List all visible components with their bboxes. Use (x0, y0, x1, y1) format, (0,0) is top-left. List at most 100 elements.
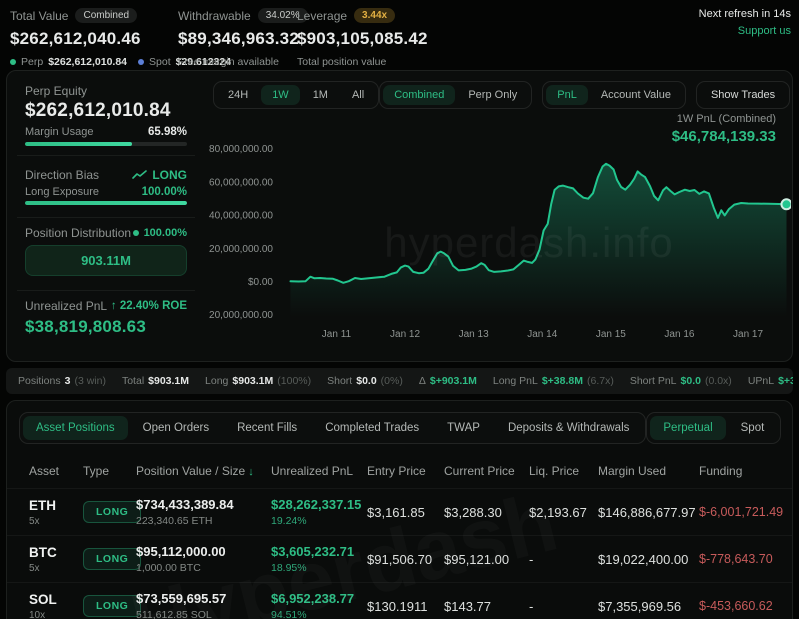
divider (17, 217, 195, 218)
chart-title: 1W PnL (Combined) (672, 113, 776, 125)
margin-usage-pct: 65.98% (148, 126, 187, 138)
summary-item: Long$903.1M(100%) (205, 375, 311, 387)
y-axis-tick: $0.00 (248, 277, 273, 288)
direction-bias-label: Direction Bias (25, 168, 99, 182)
margin-usage-label: Margin Usage (25, 126, 93, 138)
spot-dot-icon (138, 59, 144, 65)
account-stats-sidebar: Perp Equity $262,612,010.84 Margin Usage… (7, 71, 205, 361)
y-axis-tick: $-20,000,000.00 (209, 310, 273, 321)
x-axis-tick: Jan 14 (527, 329, 557, 340)
y-axis-tick: $40,000,000.00 (209, 211, 273, 222)
perp-equity-value: $262,612,010.84 (25, 100, 187, 122)
distribution-value: 903.11M (81, 253, 131, 268)
trend-up-icon (132, 170, 147, 180)
summary-item: Total$903.1M (122, 375, 189, 387)
x-axis-tick: Jan 11 (322, 329, 352, 340)
metric-tab-account-value[interactable]: Account Value (590, 85, 682, 105)
column-header-entry-price[interactable]: Entry Price (367, 464, 444, 478)
table-row-sol[interactable]: SOL10xLONG$73,559,695.57511,612.85 SOL$6… (7, 582, 792, 619)
column-header-type[interactable]: Type (83, 464, 136, 478)
tab-asset-positions[interactable]: Asset Positions (23, 416, 128, 440)
perp-value: $262,612,010.84 (48, 56, 127, 68)
long-exposure-bar (25, 201, 187, 205)
total-value-label: Total Value (10, 9, 68, 23)
column-header-position-value-size[interactable]: Position Value / Size ↓ (136, 464, 271, 478)
x-axis-tick: Jan 15 (596, 329, 626, 340)
unrealized-pnl-label: Unrealized PnL (25, 299, 107, 313)
summary-item: Short$0.0(0%) (327, 375, 403, 387)
range-tab-all[interactable]: All (341, 85, 375, 105)
summary-item: Short PnL$0.0(0.0x) (630, 375, 732, 387)
chart-controls: 24H1W1MAll CombinedPerp Only PnLAccount … (213, 81, 780, 109)
leverage-stat: Leverage 3.44x $903,105,085.42 Total pos… (297, 8, 428, 68)
summary-item: Positions3(3 win) (18, 375, 106, 387)
column-header-margin-used[interactable]: Margin Used (598, 464, 699, 478)
show-trades-button[interactable]: Show Trades (696, 81, 790, 109)
table-row-btc[interactable]: BTC5xLONG$95,112,000.001,000.00 BTC$3,60… (7, 535, 792, 582)
x-axis-tick: Jan 17 (733, 329, 763, 340)
long-exposure-label: Long Exposure (25, 186, 99, 198)
long-badge: LONG (83, 548, 141, 570)
dashboard-screen: Total Value Combined $262,612,040.46 Per… (0, 0, 799, 619)
mode-tab-combined[interactable]: Combined (383, 85, 455, 105)
margin-usage-bar (25, 142, 187, 146)
top-stats-bar: Total Value Combined $262,612,040.46 Per… (0, 0, 799, 66)
tab-completed-trades[interactable]: Completed Trades (312, 416, 432, 440)
column-header-liq-price[interactable]: Liq. Price (529, 464, 598, 478)
range-tab-1w[interactable]: 1W (261, 85, 300, 105)
chart-panel: Perp Equity $262,612,010.84 Margin Usage… (6, 70, 793, 362)
long-badge: LONG (83, 501, 141, 523)
distribution-value-box[interactable]: 903.11M (25, 245, 187, 276)
market-tab-group: PerpetualSpot (646, 412, 781, 444)
range-tab-group: 24H1W1MAll (213, 81, 379, 109)
support-us-link[interactable]: Support us (699, 23, 791, 40)
summary-item: UPnL$+38.8M(100% win) (748, 375, 793, 387)
refresh-countdown: Next refresh in 14s (699, 6, 791, 23)
roe-value: ↑ 22.40% ROE (111, 300, 187, 312)
mode-tab-perp-only[interactable]: Perp Only (457, 85, 528, 105)
range-tab-1m[interactable]: 1M (302, 85, 339, 105)
positions-summary-bar: Positions3(3 win) Total$903.1M Long$903.1M… (6, 368, 793, 394)
tab-open-orders[interactable]: Open Orders (130, 416, 222, 440)
withdrawable-stat: Withdrawable 34.02% $89,346,963.32 Free … (178, 8, 308, 68)
y-axis-tick: $60,000,000.00 (209, 177, 273, 188)
long-badge: LONG (83, 595, 141, 617)
metric-tab-pnl[interactable]: PnL (546, 85, 588, 105)
last-point-marker (781, 199, 791, 209)
table-row-eth[interactable]: ETH5xLONG$734,433,389.84223,340.65 ETH$2… (7, 488, 792, 535)
sort-desc-icon: ↓ (245, 466, 254, 478)
position-distribution-label: Position Distribution (25, 226, 131, 240)
pnl-chart-svg: $80,000,000.00$60,000,000.00$40,000,000.… (209, 139, 791, 365)
withdrawable-sub: Free margin available (178, 56, 308, 68)
market-tab-spot[interactable]: Spot (728, 416, 778, 440)
mode-tab-group: CombinedPerp Only (379, 81, 532, 109)
y-axis-tick: $20,000,000.00 (209, 244, 273, 255)
combined-badge: Combined (75, 8, 137, 23)
tab-deposits-withdrawals[interactable]: Deposits & Withdrawals (495, 416, 642, 440)
withdrawable-value: $89,346,963.32 (178, 29, 308, 49)
distribution-dot-icon (133, 230, 139, 236)
column-header-current-price[interactable]: Current Price (444, 464, 529, 478)
distribution-pct: 100.00% (144, 227, 187, 239)
leverage-sub: Total position value (297, 56, 428, 68)
column-header-funding[interactable]: Funding (699, 464, 782, 478)
range-tab-24h[interactable]: 24H (217, 85, 259, 105)
leverage-label: Leverage (297, 9, 347, 23)
leverage-badge: 3.44x (354, 8, 395, 23)
pnl-chart[interactable]: hyperdash.info $80,000,000.00$60,000,000… (209, 139, 791, 365)
unrealized-pnl-value: $38,819,808.63 (25, 317, 187, 337)
positions-panel: Asset PositionsOpen OrdersRecent FillsCo… (6, 400, 793, 619)
withdrawable-label: Withdrawable (178, 9, 251, 23)
x-axis-tick: Jan 12 (390, 329, 420, 340)
table-header-row: AssetTypePosition Value / Size ↓Unrealiz… (7, 454, 792, 488)
pnl-area (291, 164, 787, 317)
tab-recent-fills[interactable]: Recent Fills (224, 416, 310, 440)
market-tab-perpetual[interactable]: Perpetual (650, 416, 725, 440)
tab-twap[interactable]: TWAP (434, 416, 493, 440)
column-header-unrealized-pnl[interactable]: Unrealized PnL (271, 464, 367, 478)
perp-label: Perp (21, 56, 43, 68)
divider (17, 155, 195, 156)
column-header-asset[interactable]: Asset (29, 464, 83, 478)
positions-tab-group: Asset PositionsOpen OrdersRecent FillsCo… (19, 412, 646, 444)
direction-bias-value: LONG (152, 168, 187, 182)
